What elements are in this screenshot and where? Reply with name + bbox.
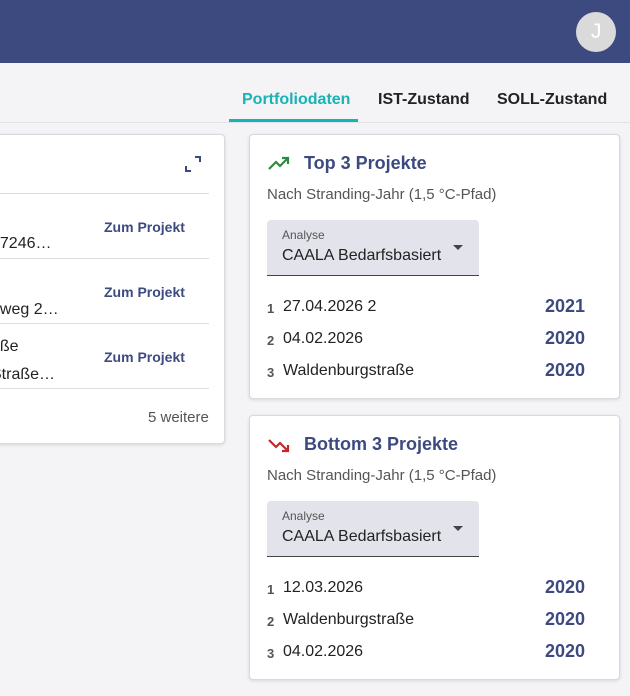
stranding-year: 2021 xyxy=(545,296,586,316)
tab-ist-zustand[interactable]: IST-Zustand xyxy=(378,91,470,109)
tab-bar: Portfoliodaten IST-Zustand SOLL-Zustand xyxy=(0,63,630,123)
card-title: Bottom 3 Projekte xyxy=(304,434,459,454)
rank-number: 1 xyxy=(267,301,275,316)
stranding-year: 2020 xyxy=(545,577,586,597)
project-name: Waldenburgstraße xyxy=(283,611,415,628)
select-value: CAALA Bedarfsbasiert xyxy=(282,247,442,264)
rank-number: 3 xyxy=(267,646,275,661)
stranding-year: 2020 xyxy=(545,328,586,348)
select-label: Analyse xyxy=(282,509,325,523)
expand-icon[interactable] xyxy=(184,155,202,173)
ranking-item[interactable]: 3 Waldenburgstraße 2020 xyxy=(267,360,587,385)
divider xyxy=(0,388,209,389)
rank-number: 2 xyxy=(267,333,275,348)
chevron-down-icon xyxy=(453,245,463,250)
rank-number: 1 xyxy=(267,582,275,597)
project-address: , 7246… xyxy=(0,235,52,252)
stranding-year: 2020 xyxy=(545,641,586,661)
rank-number: 3 xyxy=(267,365,275,380)
divider xyxy=(0,323,209,324)
project-address: Straße… xyxy=(0,366,56,383)
zum-projekt-link[interactable]: Zum Projekt xyxy=(104,219,185,235)
tab-soll-zustand[interactable]: SOLL-Zustand xyxy=(497,91,607,109)
ranking-item[interactable]: 2 Waldenburgstraße 2020 xyxy=(267,609,587,634)
top-3-projects-card: Top 3 Projekte Nach Stranding-Jahr (1,5 … xyxy=(249,134,620,399)
ranking-item[interactable]: 3 04.02.2026 2020 xyxy=(267,641,587,666)
zum-projekt-link[interactable]: Zum Projekt xyxy=(104,349,185,365)
divider xyxy=(0,193,209,194)
active-tab-indicator xyxy=(229,119,358,122)
card-subtitle: Nach Stranding-Jahr (1,5 °C-Pfad) xyxy=(267,467,497,484)
projects-list-card: t , 7246… Zum Projekt nweg 2… Zum Projek… xyxy=(0,134,225,444)
analyse-select[interactable]: Analyse CAALA Bedarfsbasiert xyxy=(267,220,479,276)
project-address: nweg 2… xyxy=(0,301,59,318)
ranking-item[interactable]: 1 12.03.2026 2020 xyxy=(267,577,587,602)
stranding-year: 2020 xyxy=(545,360,586,380)
project-address: aße xyxy=(0,338,19,355)
stranding-year: 2020 xyxy=(545,609,586,629)
more-count[interactable]: 5 weitere xyxy=(148,409,209,426)
divider xyxy=(0,258,209,259)
trending-up-icon xyxy=(268,156,290,170)
project-name: 04.02.2026 xyxy=(283,330,364,347)
zum-projekt-link[interactable]: Zum Projekt xyxy=(104,284,185,300)
tab-portfoliodaten[interactable]: Portfoliodaten xyxy=(242,91,350,109)
project-name: 27.04.2026 2 xyxy=(283,298,377,315)
select-value: CAALA Bedarfsbasiert xyxy=(282,528,442,545)
user-avatar[interactable]: J xyxy=(576,12,616,52)
rank-number: 2 xyxy=(267,614,275,629)
card-subtitle: Nach Stranding-Jahr (1,5 °C-Pfad) xyxy=(267,186,497,203)
bottom-3-projects-card: Bottom 3 Projekte Nach Stranding-Jahr (1… xyxy=(249,415,620,680)
select-label: Analyse xyxy=(282,228,325,242)
chevron-down-icon xyxy=(453,526,463,531)
ranking-item[interactable]: 1 27.04.2026 2 2021 xyxy=(267,296,587,321)
card-title: Top 3 Projekte xyxy=(304,153,427,173)
project-name: 12.03.2026 xyxy=(283,579,364,596)
project-name: 04.02.2026 xyxy=(283,643,364,660)
app-header: J xyxy=(0,0,630,63)
analyse-select[interactable]: Analyse CAALA Bedarfsbasiert xyxy=(267,501,479,557)
trending-down-icon xyxy=(268,438,290,452)
project-name: Waldenburgstraße xyxy=(283,362,415,379)
ranking-item[interactable]: 2 04.02.2026 2020 xyxy=(267,328,587,353)
